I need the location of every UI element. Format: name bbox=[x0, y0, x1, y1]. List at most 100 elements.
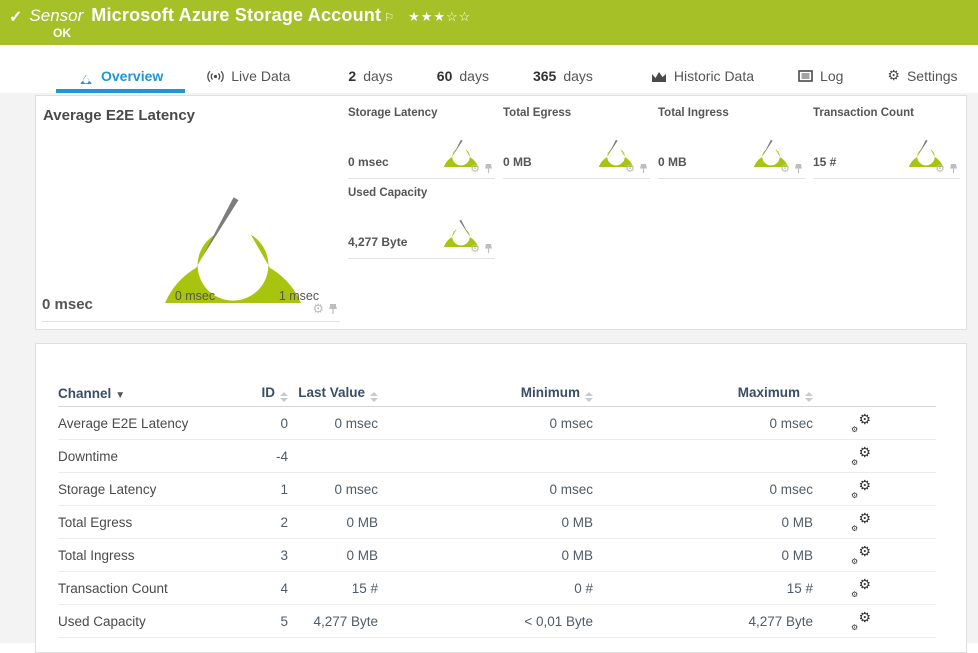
channel-name[interactable]: Total Ingress bbox=[58, 548, 243, 563]
tab-label: Live Data bbox=[231, 68, 290, 84]
mini-gauge-total-ingress[interactable]: Total Ingress 0 MB ⚙ bbox=[658, 105, 805, 179]
gauge-settings-gear-icon[interactable]: ⚙ bbox=[470, 162, 480, 175]
mini-gauge-value: 4,277 Byte bbox=[348, 235, 407, 249]
live-data-icon bbox=[207, 70, 224, 83]
primary-channel-gauge[interactable]: Average E2E Latency 0 msec 1 msec 0 msec… bbox=[42, 96, 340, 322]
channel-id: 5 bbox=[243, 614, 288, 629]
channel-settings-icon[interactable]: ⚙⚙ bbox=[851, 512, 871, 530]
mini-gauge-transaction-count[interactable]: Transaction Count 15 # ⚙ bbox=[813, 105, 960, 179]
tab-historic-data[interactable]: Historic Data bbox=[629, 68, 776, 93]
flag-icon[interactable]: ⚐ bbox=[384, 11, 394, 24]
tab-settings[interactable]: ⚙ Settings bbox=[865, 67, 978, 93]
channel-minimum: 0 msec bbox=[378, 482, 593, 497]
column-header-id[interactable]: ID bbox=[243, 385, 288, 402]
sensor-title: Microsoft Azure Storage Account bbox=[91, 5, 381, 26]
sensor-status-banner: ✓ Sensor Microsoft Azure Storage Account… bbox=[0, 0, 978, 45]
table-row: Average E2E Latency 0 0 msec 0 msec 0 ms… bbox=[58, 407, 936, 440]
gauge-icon bbox=[78, 69, 94, 84]
sorted-desc-icon: ▼ bbox=[115, 390, 125, 401]
gauge-settings-gear-icon[interactable]: ⚙ bbox=[312, 301, 324, 317]
tab-log[interactable]: Log bbox=[776, 68, 865, 93]
channel-last-value: 0 msec bbox=[288, 416, 378, 431]
tab-2-days[interactable]: 2 days bbox=[326, 68, 414, 93]
tab-60-days[interactable]: 60 days bbox=[415, 68, 511, 93]
content-area: Average E2E Latency 0 msec 1 msec 0 msec… bbox=[0, 93, 978, 643]
column-header-minimum[interactable]: Minimum bbox=[378, 385, 593, 402]
gauge-settings-gear-icon[interactable]: ⚙ bbox=[625, 162, 635, 175]
gauge-settings-gear-icon[interactable]: ⚙ bbox=[470, 242, 480, 255]
pin-icon[interactable] bbox=[328, 303, 338, 315]
channel-name[interactable]: Storage Latency bbox=[58, 482, 243, 497]
priority-stars[interactable]: ★★★☆☆ bbox=[408, 9, 471, 25]
pin-icon[interactable] bbox=[949, 163, 958, 174]
channels-table-panel: Channel▼ ID Last Value Minimum Maximum A… bbox=[35, 343, 967, 653]
stars-filled: ★★★ bbox=[408, 9, 446, 24]
tab-label: Log bbox=[820, 68, 843, 84]
channel-id: 2 bbox=[243, 515, 288, 530]
tab-number: 365 bbox=[533, 68, 556, 84]
log-icon bbox=[798, 70, 813, 82]
channel-name[interactable]: Used Capacity bbox=[58, 614, 243, 629]
channel-maximum: 4,277 Byte bbox=[593, 614, 813, 629]
gauge-needle bbox=[918, 140, 927, 155]
tab-overview[interactable]: Overview bbox=[56, 68, 185, 93]
pin-icon[interactable] bbox=[794, 163, 803, 174]
gauge-needle bbox=[608, 140, 617, 155]
mini-gauge-total-egress[interactable]: Total Egress 0 MB ⚙ bbox=[503, 105, 650, 179]
channel-minimum: 0 # bbox=[378, 581, 593, 596]
tab-live-data[interactable]: Live Data bbox=[185, 68, 312, 93]
channel-maximum: 15 # bbox=[593, 581, 813, 596]
historic-chart-icon bbox=[651, 70, 667, 83]
mini-gauge-title: Total Egress bbox=[503, 107, 571, 119]
gauge-arc bbox=[436, 201, 486, 247]
table-row: Transaction Count 4 15 # 0 # 15 # ⚙⚙ bbox=[58, 572, 936, 605]
tab-label: days bbox=[363, 68, 393, 84]
mini-gauge-title: Transaction Count bbox=[813, 107, 914, 119]
sort-icon bbox=[585, 392, 593, 402]
channel-id: 1 bbox=[243, 482, 288, 497]
mini-gauge-storage-latency[interactable]: Storage Latency 0 msec ⚙ bbox=[348, 105, 495, 179]
channel-settings-icon[interactable]: ⚙⚙ bbox=[851, 446, 871, 464]
mini-gauge-title: Total Ingress bbox=[658, 107, 729, 119]
channel-name[interactable]: Average E2E Latency bbox=[58, 416, 243, 431]
gauge-arc bbox=[130, 121, 336, 303]
channel-settings-icon[interactable]: ⚙⚙ bbox=[851, 479, 871, 497]
channel-maximum: 0 MB bbox=[593, 548, 813, 563]
channel-maximum: 0 msec bbox=[593, 416, 813, 431]
column-header-channel[interactable]: Channel▼ bbox=[58, 386, 243, 401]
channel-settings-icon[interactable]: ⚙⚙ bbox=[851, 545, 871, 563]
gauge-needle bbox=[763, 140, 772, 155]
gauge-settings-gear-icon[interactable]: ⚙ bbox=[780, 162, 790, 175]
mini-gauge-used-capacity[interactable]: Used Capacity 4,277 Byte ⚙ bbox=[348, 185, 495, 259]
channels-table: Channel▼ ID Last Value Minimum Maximum A… bbox=[36, 344, 966, 638]
channel-last-value: 0 MB bbox=[288, 548, 378, 563]
column-header-last-value[interactable]: Last Value bbox=[288, 385, 378, 402]
sort-icon bbox=[805, 392, 813, 402]
gauge-needle bbox=[459, 220, 468, 235]
channel-maximum: 0 MB bbox=[593, 515, 813, 530]
table-row: Storage Latency 1 0 msec 0 msec 0 msec ⚙… bbox=[58, 473, 936, 506]
gauge-arc bbox=[591, 121, 641, 167]
channel-name[interactable]: Downtime bbox=[58, 449, 243, 464]
channel-settings-icon[interactable]: ⚙⚙ bbox=[851, 413, 871, 431]
channel-maximum: 0 msec bbox=[593, 482, 813, 497]
pin-icon[interactable] bbox=[639, 163, 648, 174]
tab-number: 60 bbox=[437, 68, 453, 84]
gauge-settings-gear-icon[interactable]: ⚙ bbox=[935, 162, 945, 175]
channel-name[interactable]: Total Egress bbox=[58, 515, 243, 530]
channel-settings-icon[interactable]: ⚙⚙ bbox=[851, 611, 871, 629]
table-row: Total Ingress 3 0 MB 0 MB 0 MB ⚙⚙ bbox=[58, 539, 936, 572]
gauge-arc bbox=[901, 121, 951, 167]
pin-icon[interactable] bbox=[484, 243, 493, 254]
channel-name[interactable]: Transaction Count bbox=[58, 581, 243, 596]
mini-gauge-title: Storage Latency bbox=[348, 107, 437, 119]
gauge-needle bbox=[453, 140, 462, 155]
table-row: Downtime -4 ⚙⚙ bbox=[58, 440, 936, 473]
column-header-maximum[interactable]: Maximum bbox=[593, 385, 813, 402]
mini-gauge-title: Used Capacity bbox=[348, 187, 427, 199]
channel-id: 3 bbox=[243, 548, 288, 563]
channel-id: 4 bbox=[243, 581, 288, 596]
pin-icon[interactable] bbox=[484, 163, 493, 174]
tab-365-days[interactable]: 365 days bbox=[511, 68, 615, 93]
channel-settings-icon[interactable]: ⚙⚙ bbox=[851, 578, 871, 596]
